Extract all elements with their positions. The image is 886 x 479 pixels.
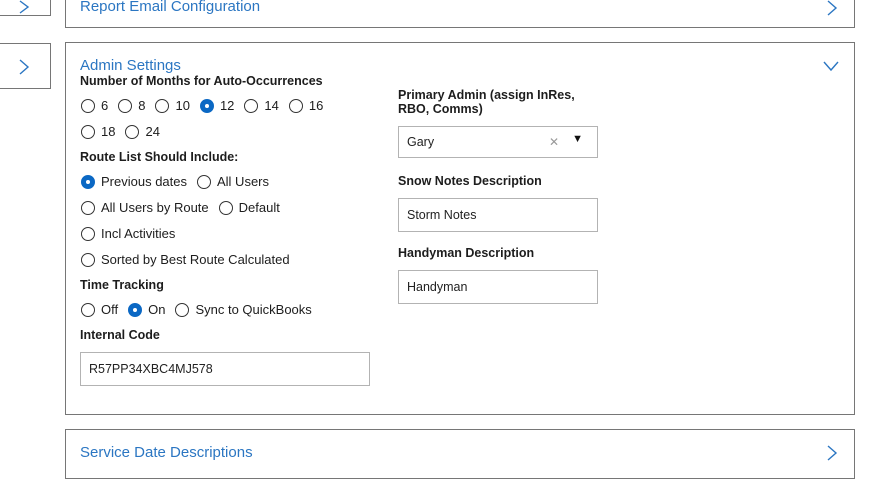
radio-option[interactable]: Sync to QuickBooks <box>175 302 312 317</box>
months-radio-group: 18 24 <box>81 124 170 139</box>
route-list-label: Route List Should Include: <box>80 150 239 164</box>
route-list-radio-group: All Users by Route Default <box>81 200 290 215</box>
chevron-right-icon <box>19 0 30 14</box>
radio-label: 14 <box>264 98 279 113</box>
snow-notes-field[interactable]: Storm Notes <box>398 198 598 232</box>
radio-option[interactable]: 12 <box>199 98 235 113</box>
radio-label: Sorted by Best Route Calculated <box>101 252 290 267</box>
internal-code-label: Internal Code <box>80 328 160 342</box>
radio-unchecked-icon[interactable] <box>218 200 233 215</box>
service-date-descriptions-panel[interactable]: Service Date Descriptions <box>65 429 855 479</box>
radio-unchecked-icon[interactable] <box>155 98 170 113</box>
chevron-right-icon <box>19 59 30 75</box>
primary-admin-select[interactable]: Gary ✕ ▼ <box>398 126 598 158</box>
radio-option[interactable]: All Users <box>197 174 269 189</box>
radio-option[interactable]: Default <box>218 200 280 215</box>
radio-unchecked-icon[interactable] <box>81 200 95 215</box>
panel-title[interactable]: Admin Settings <box>80 57 181 74</box>
route-list-radio-group: Incl Activities <box>81 226 185 241</box>
internal-code-value: R57PP34XBC4MJ578 <box>89 362 213 376</box>
radio-unchecked-icon[interactable] <box>175 302 190 317</box>
clear-x-icon[interactable]: ✕ <box>549 135 559 149</box>
chevron-right-icon[interactable] <box>826 444 838 462</box>
radio-unchecked-icon[interactable] <box>288 98 303 113</box>
radio-label: On <box>148 302 166 317</box>
radio-option[interactable]: Sorted by Best Route Calculated <box>81 252 290 267</box>
radio-label: 24 <box>145 124 160 139</box>
radio-checked-icon[interactable] <box>128 302 143 317</box>
radio-checked-icon[interactable] <box>199 98 214 113</box>
radio-option[interactable]: 24 <box>125 124 160 139</box>
radio-label: Default <box>238 200 280 215</box>
time-tracking-label: Time Tracking <box>80 278 164 292</box>
radio-label: 8 <box>138 98 146 113</box>
radio-unchecked-icon[interactable] <box>197 174 211 189</box>
radio-option[interactable]: Off <box>81 302 118 317</box>
radio-label: Incl Activities <box>101 226 176 241</box>
route-list-radio-group: Sorted by Best Route Calculated <box>81 252 300 267</box>
radio-option[interactable]: Incl Activities <box>81 226 175 241</box>
radio-option[interactable]: On <box>128 302 165 317</box>
radio-option[interactable]: Previous dates <box>81 174 187 189</box>
radio-option[interactable]: 6 <box>81 98 108 113</box>
radio-option[interactable]: 14 <box>244 98 279 113</box>
radio-unchecked-icon[interactable] <box>81 302 95 317</box>
radio-unchecked-icon[interactable] <box>81 226 95 241</box>
side-panel-top[interactable] <box>0 0 51 16</box>
snow-notes-label: Snow Notes Description <box>398 174 542 188</box>
handyman-field[interactable]: Handyman <box>398 270 598 304</box>
radio-unchecked-icon[interactable] <box>81 252 95 267</box>
report-email-config-panel[interactable]: Report Email Configuration <box>65 0 855 28</box>
snow-notes-value: Storm Notes <box>407 208 477 222</box>
radio-label: 18 <box>101 124 116 139</box>
handyman-value: Handyman <box>407 280 468 294</box>
primary-admin-label: Primary Admin (assign InRes, RBO, Comms) <box>398 88 575 116</box>
internal-code-field[interactable]: R57PP34XBC4MJ578 <box>80 352 370 386</box>
chevron-down-icon[interactable] <box>822 60 840 72</box>
radio-option[interactable]: 16 <box>288 98 324 113</box>
caret-down-icon[interactable]: ▼ <box>572 133 583 145</box>
radio-label: 10 <box>175 98 190 113</box>
radio-unchecked-icon[interactable] <box>118 98 133 113</box>
radio-option[interactable]: 10 <box>155 98 190 113</box>
radio-unchecked-icon[interactable] <box>81 98 95 113</box>
radio-label: Off <box>101 302 119 317</box>
side-panel-toggle[interactable] <box>0 43 51 89</box>
radio-unchecked-icon[interactable] <box>125 124 140 139</box>
months-radio-group: 6 8 10 12 14 16 <box>81 98 333 113</box>
chevron-right-icon[interactable] <box>826 0 838 17</box>
months-label: Number of Months for Auto-Occurrences <box>80 74 323 88</box>
radio-label: All Users by Route <box>101 200 209 215</box>
radio-label: All Users <box>217 174 270 189</box>
radio-label: Previous dates <box>101 174 187 189</box>
route-list-radio-group: Previous dates All Users <box>81 174 279 189</box>
radio-label: 12 <box>219 98 235 113</box>
handyman-label: Handyman Description <box>398 246 535 260</box>
panel-title[interactable]: Report Email Configuration <box>80 0 260 15</box>
radio-option[interactable]: 8 <box>118 98 145 113</box>
panel-title[interactable]: Service Date Descriptions <box>80 444 253 461</box>
radio-option[interactable]: All Users by Route <box>81 200 209 215</box>
primary-admin-value: Gary <box>407 135 435 149</box>
radio-unchecked-icon[interactable] <box>81 124 95 139</box>
time-tracking-radio-group: Off On Sync to QuickBooks <box>81 302 322 317</box>
radio-unchecked-icon[interactable] <box>244 98 259 113</box>
radio-label: Sync to QuickBooks <box>195 302 312 317</box>
radio-checked-icon[interactable] <box>81 174 95 189</box>
radio-label: 16 <box>308 98 324 113</box>
admin-settings-panel: Admin Settings Number of Months for Auto… <box>65 42 855 415</box>
radio-option[interactable]: 18 <box>81 124 115 139</box>
radio-label: 6 <box>101 98 109 113</box>
